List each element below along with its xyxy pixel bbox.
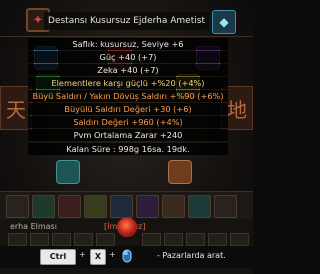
stat-list: Saflık: kusursuz, Seviye +6 Güç +40 (+7)… (28, 38, 228, 156)
gem-slot[interactable] (214, 195, 237, 218)
stat-line: Zeka +40 (+7) (28, 64, 228, 76)
gem-slot[interactable] (6, 195, 29, 218)
gem-slot[interactable] (32, 195, 55, 218)
tooltip-header: ✦ Destansı Kusursuz Ejderha Ametist ◆ (0, 0, 253, 40)
red-gem-icon[interactable] (117, 217, 137, 237)
bg-gem-orange-icon (168, 160, 192, 184)
gem-slot[interactable] (162, 195, 185, 218)
small-slot[interactable] (8, 233, 27, 246)
gem-name-label: erha Elması (10, 222, 57, 231)
ctrl-key: Ctrl (40, 249, 76, 265)
plus-sign: + (109, 250, 116, 259)
blue-badge-icon: ◆ (212, 10, 236, 34)
hint-text: - Pazarlarda arat. (157, 251, 226, 260)
gem-slot[interactable] (110, 195, 133, 218)
gem-slot[interactable] (84, 195, 107, 218)
stat-line: Saflık: kusursuz, Seviye +6 (28, 38, 228, 50)
gem-slot[interactable] (136, 195, 159, 218)
stat-line: Saldırı Değeri +960 (+4%) (28, 116, 228, 128)
gem-slot[interactable] (58, 195, 81, 218)
small-slot[interactable] (142, 233, 161, 246)
stat-line: Büyü Saldırı / Yakın Dövüş Saldırı +%90 … (28, 90, 228, 102)
bg-gem-teal-icon (56, 160, 80, 184)
small-slot[interactable] (230, 233, 249, 246)
stat-line: Pvm Ortalama Zarar +240 (28, 129, 228, 141)
item-tooltip-window: 天 地 ✦ Destansı Kusursuz Ejderha Ametist … (0, 0, 253, 274)
stat-line: Güç +40 (+7) (28, 51, 228, 63)
small-slot[interactable] (186, 233, 205, 246)
small-slot[interactable] (52, 233, 71, 246)
small-slot[interactable] (164, 233, 183, 246)
mouse-icon (122, 249, 132, 263)
small-slot[interactable] (208, 233, 227, 246)
gem-slot[interactable] (188, 195, 211, 218)
small-slot[interactable] (74, 233, 93, 246)
small-slot[interactable] (96, 233, 115, 246)
plus-sign: + (79, 250, 86, 259)
remaining-time: Kalan Süre : 998g 16sa. 19dk. (28, 143, 228, 155)
stat-line: Elementlere karşı güçlü +%20 (+4%) (28, 77, 228, 89)
stat-line: Büyülü Saldırı Değeri +30 (+6) (28, 103, 228, 115)
small-slot[interactable] (30, 233, 49, 246)
item-title: Destansı Kusursuz Ejderha Ametist (44, 12, 209, 30)
x-key: X (90, 249, 106, 265)
